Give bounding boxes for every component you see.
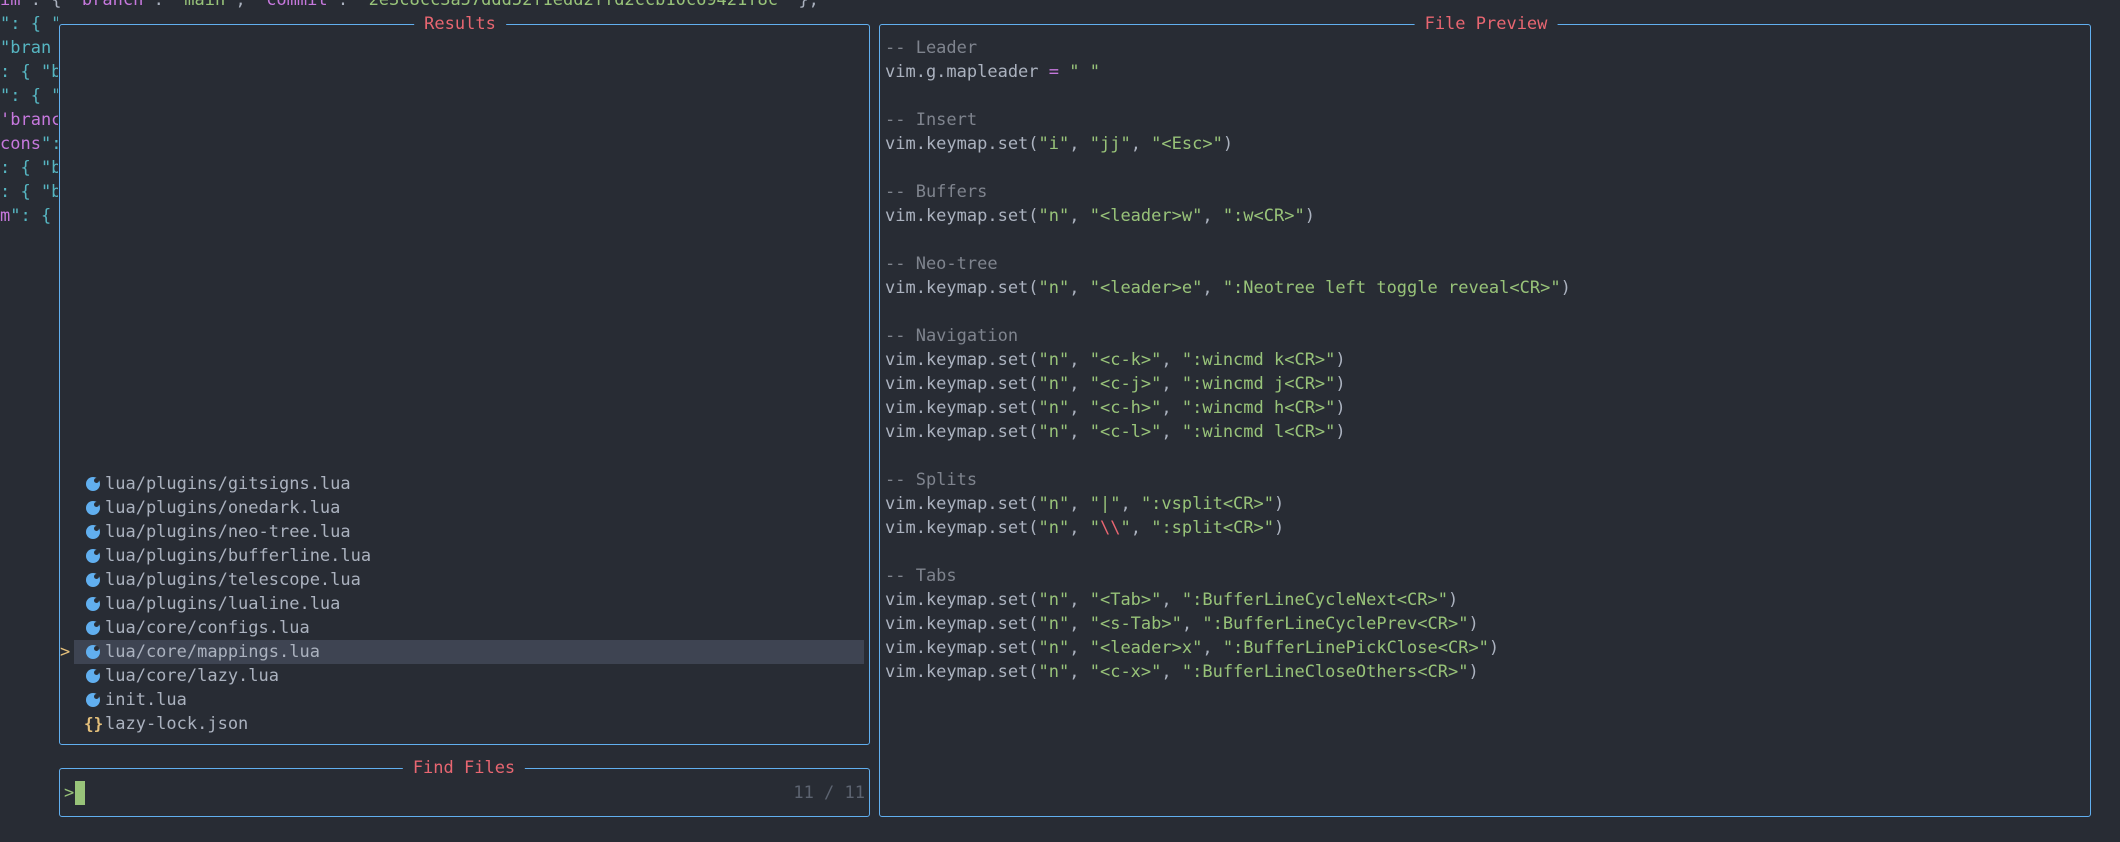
result-item[interactable]: lua/plugins/bufferline.lua bbox=[74, 544, 864, 568]
lua-icon bbox=[84, 520, 102, 544]
lua-icon bbox=[84, 616, 102, 640]
json-icon: {} bbox=[84, 714, 104, 733]
find-files-input[interactable] bbox=[88, 781, 728, 805]
result-filename: lua/core/mappings.lua bbox=[105, 642, 320, 662]
code-line: vim.keymap.set("n", "<leader>e", ":Neotr… bbox=[885, 278, 1571, 298]
background-editor-line: cons": bbox=[0, 134, 58, 154]
background-editor-line: 'branc bbox=[0, 110, 58, 130]
code-comment-line: -- Neo-tree bbox=[885, 254, 998, 274]
results-panel-title: Results bbox=[414, 13, 506, 35]
code-comment-line: -- Leader bbox=[885, 38, 978, 58]
code-line: vim.keymap.set("n", "<Tab>", ":BufferLin… bbox=[885, 590, 1459, 610]
selection-caret: > bbox=[60, 642, 71, 662]
find-files-title: Find Files bbox=[402, 757, 526, 779]
result-filename: lua/core/lazy.lua bbox=[105, 666, 279, 686]
result-item[interactable]: {} lazy-lock.json bbox=[74, 712, 864, 736]
result-filename: lua/plugins/gitsigns.lua bbox=[105, 474, 351, 494]
result-item[interactable]: > lua/core/mappings.lua bbox=[60, 640, 864, 664]
code-line: vim.keymap.set("n", "<c-x>", ":BufferLin… bbox=[885, 662, 1479, 682]
result-filename: lazy-lock.json bbox=[105, 714, 249, 734]
result-item[interactable]: lua/core/lazy.lua bbox=[74, 664, 864, 688]
code-line: vim.keymap.set("n", "<c-k>", ":wincmd k<… bbox=[885, 350, 1346, 370]
background-editor-top-line: im": { "branch": "main", "commit": "2e3c… bbox=[0, 0, 819, 10]
code-comment-line: -- Splits bbox=[885, 470, 978, 490]
prompt-symbol: > bbox=[64, 783, 75, 803]
code-line: vim.keymap.set("i", "jj", "<Esc>") bbox=[885, 134, 1234, 154]
background-editor-line: ": { " bbox=[0, 14, 58, 34]
result-item[interactable]: lua/plugins/onedark.lua bbox=[74, 496, 864, 520]
background-editor-line: : { "b bbox=[0, 62, 58, 82]
background-editor: ": { ""bran: { "b": { "'branccons":: { "… bbox=[0, 0, 58, 842]
file-preview-title: File Preview bbox=[1414, 13, 1558, 35]
text-cursor bbox=[75, 781, 85, 805]
code-line: vim.keymap.set("n", "<leader>w", ":w<CR>… bbox=[885, 206, 1315, 226]
code-line: vim.keymap.set("n", "<c-h>", ":wincmd h<… bbox=[885, 398, 1346, 418]
code-line: vim.keymap.set("n", "<s-Tab>", ":BufferL… bbox=[885, 614, 1479, 634]
result-item[interactable]: lua/plugins/neo-tree.lua bbox=[74, 520, 864, 544]
result-item[interactable]: init.lua bbox=[74, 688, 864, 712]
background-editor-line: ": { " bbox=[0, 86, 58, 106]
code-line: vim.keymap.set("n", "\\", ":split<CR>") bbox=[885, 518, 1285, 538]
result-item[interactable]: lua/plugins/lualine.lua bbox=[74, 592, 864, 616]
result-filename: lua/plugins/neo-tree.lua bbox=[105, 522, 351, 542]
find-files-prompt-panel: Find Files > 11 / 11 bbox=[59, 757, 870, 817]
result-filename: lua/plugins/onedark.lua bbox=[105, 498, 341, 518]
result-filename: lua/plugins/lualine.lua bbox=[105, 594, 341, 614]
match-counter: 11 / 11 bbox=[793, 783, 865, 803]
lua-icon bbox=[84, 496, 102, 520]
lua-icon bbox=[84, 688, 102, 712]
code-comment-line: -- Insert bbox=[885, 110, 978, 130]
result-item[interactable]: lua/plugins/gitsigns.lua bbox=[74, 472, 864, 496]
code-line: vim.keymap.set("n", "<c-j>", ":wincmd j<… bbox=[885, 374, 1346, 394]
lua-icon bbox=[84, 664, 102, 688]
result-filename: lua/plugins/telescope.lua bbox=[105, 570, 361, 590]
lua-icon bbox=[84, 568, 102, 592]
background-editor-line: "bran bbox=[0, 38, 52, 58]
lua-icon bbox=[84, 544, 102, 568]
result-filename: lua/core/configs.lua bbox=[105, 618, 310, 638]
background-editor-line: : { "b bbox=[0, 182, 58, 202]
lua-icon bbox=[84, 640, 102, 664]
code-line: vim.keymap.set("n", "|", ":vsplit<CR>") bbox=[885, 494, 1285, 514]
result-item[interactable]: lua/core/configs.lua bbox=[74, 616, 864, 640]
code-comment-line: -- Navigation bbox=[885, 326, 1019, 346]
result-item[interactable]: lua/plugins/telescope.lua bbox=[74, 568, 864, 592]
result-filename: init.lua bbox=[105, 690, 187, 710]
file-preview-panel: File Preview -- Leader vim.g.mapleader = … bbox=[879, 13, 2091, 817]
lua-icon bbox=[84, 592, 102, 616]
code-comment-line: -- Tabs bbox=[885, 566, 957, 586]
background-editor-line: m": { bbox=[0, 206, 52, 226]
code-comment-line: -- Buffers bbox=[885, 182, 988, 202]
code-line: vim.g.mapleader = " " bbox=[885, 62, 1100, 82]
code-line: vim.keymap.set("n", "<leader>x", ":Buffe… bbox=[885, 638, 1500, 658]
results-panel: Results lua/plugins/gitsigns.lua lua/plug… bbox=[59, 13, 870, 745]
code-line: vim.keymap.set("n", "<c-l>", ":wincmd l<… bbox=[885, 422, 1346, 442]
background-editor-line: : { "b bbox=[0, 158, 58, 178]
result-filename: lua/plugins/bufferline.lua bbox=[105, 546, 372, 566]
lua-icon bbox=[84, 472, 102, 496]
